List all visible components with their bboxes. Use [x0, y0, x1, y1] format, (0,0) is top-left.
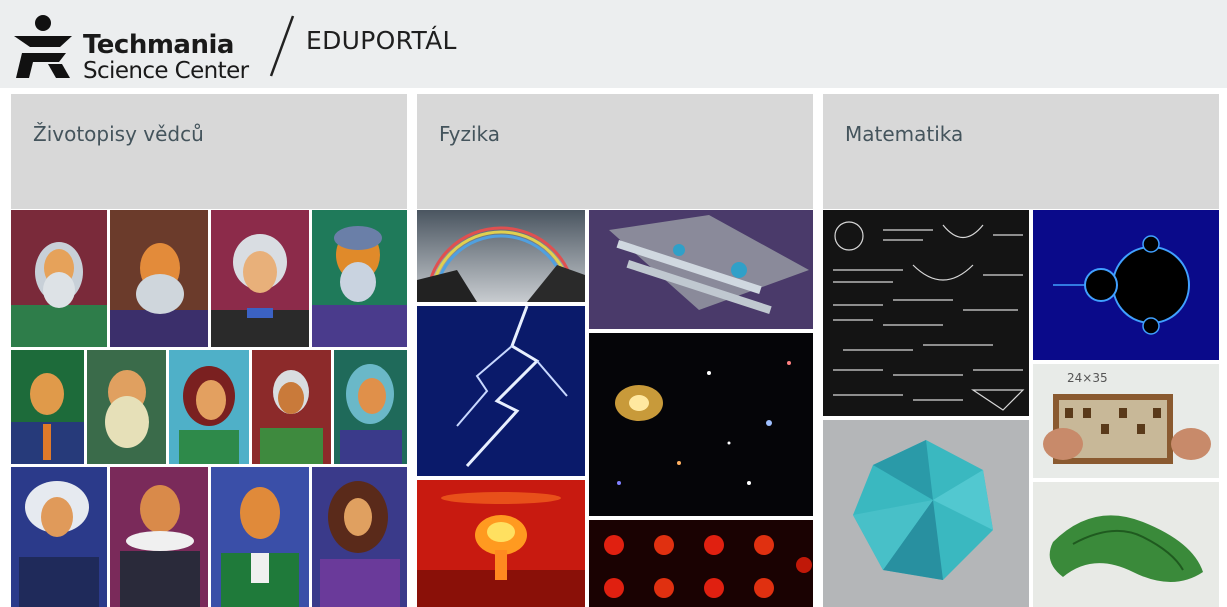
nuclear-explosion-image[interactable] [417, 480, 585, 607]
scientist-portrait-image[interactable] [169, 350, 249, 464]
portal-title[interactable]: EDUPORTÁL [306, 28, 457, 53]
math-tile-text: 24×35 [1067, 371, 1108, 385]
lightning-image[interactable] [417, 306, 585, 476]
category-card-biographies[interactable]: Životopisy vědců [11, 94, 407, 607]
diffraction-pattern-image[interactable] [589, 520, 813, 607]
card-image-mosaic: 24×35 [823, 210, 1219, 607]
card-image-mosaic [11, 210, 407, 607]
scientist-portrait-image[interactable] [11, 467, 107, 607]
polyhedron-origami-image[interactable] [823, 420, 1029, 607]
scientist-portrait-image[interactable] [211, 210, 309, 347]
galaxy-deep-field-image[interactable] [589, 333, 813, 516]
card-header: Matematika [823, 94, 1219, 209]
techmania-person-icon [14, 15, 72, 78]
rainbow-waterfall-image[interactable] [417, 210, 585, 302]
scientist-portrait-image[interactable] [252, 350, 331, 464]
logo-brand-subtitle: Science Center [83, 58, 249, 84]
card-title[interactable]: Životopisy vědců [33, 122, 204, 146]
scientist-portrait-image[interactable] [110, 210, 208, 347]
techmania-logo[interactable]: Techmania Science Center [12, 14, 262, 83]
scientist-portrait-image[interactable] [312, 210, 407, 347]
scientist-portrait-image[interactable] [11, 350, 84, 464]
mandelbrot-fractal-image[interactable] [1033, 210, 1219, 360]
scientist-portrait-image[interactable] [110, 467, 208, 607]
scientist-portrait-image[interactable] [87, 350, 166, 464]
card-title[interactable]: Fyzika [439, 122, 500, 146]
card-title[interactable]: Matematika [845, 122, 963, 146]
category-card-physics[interactable]: Fyzika [417, 94, 813, 607]
logo-brand-name: Techmania [83, 30, 234, 60]
scientist-portrait-image[interactable] [334, 350, 407, 464]
divider-slash [269, 15, 295, 77]
mobius-strip-image[interactable] [1033, 482, 1219, 607]
scientist-portrait-image[interactable] [11, 210, 107, 347]
category-card-mathematics[interactable]: Matematika 24×35 [823, 94, 1219, 607]
site-header: Techmania Science Center EDUPORTÁL [0, 0, 1227, 88]
abacus-image[interactable]: 24×35 [1033, 364, 1219, 478]
card-header: Životopisy vědců [11, 94, 407, 209]
blackboard-equations-image[interactable] [823, 210, 1029, 416]
physics-lab-equipment-image[interactable] [589, 210, 813, 329]
scientist-portrait-image[interactable] [211, 467, 309, 607]
scientist-portrait-image[interactable] [312, 467, 407, 607]
card-header: Fyzika [417, 94, 813, 209]
card-image-mosaic [417, 210, 813, 607]
